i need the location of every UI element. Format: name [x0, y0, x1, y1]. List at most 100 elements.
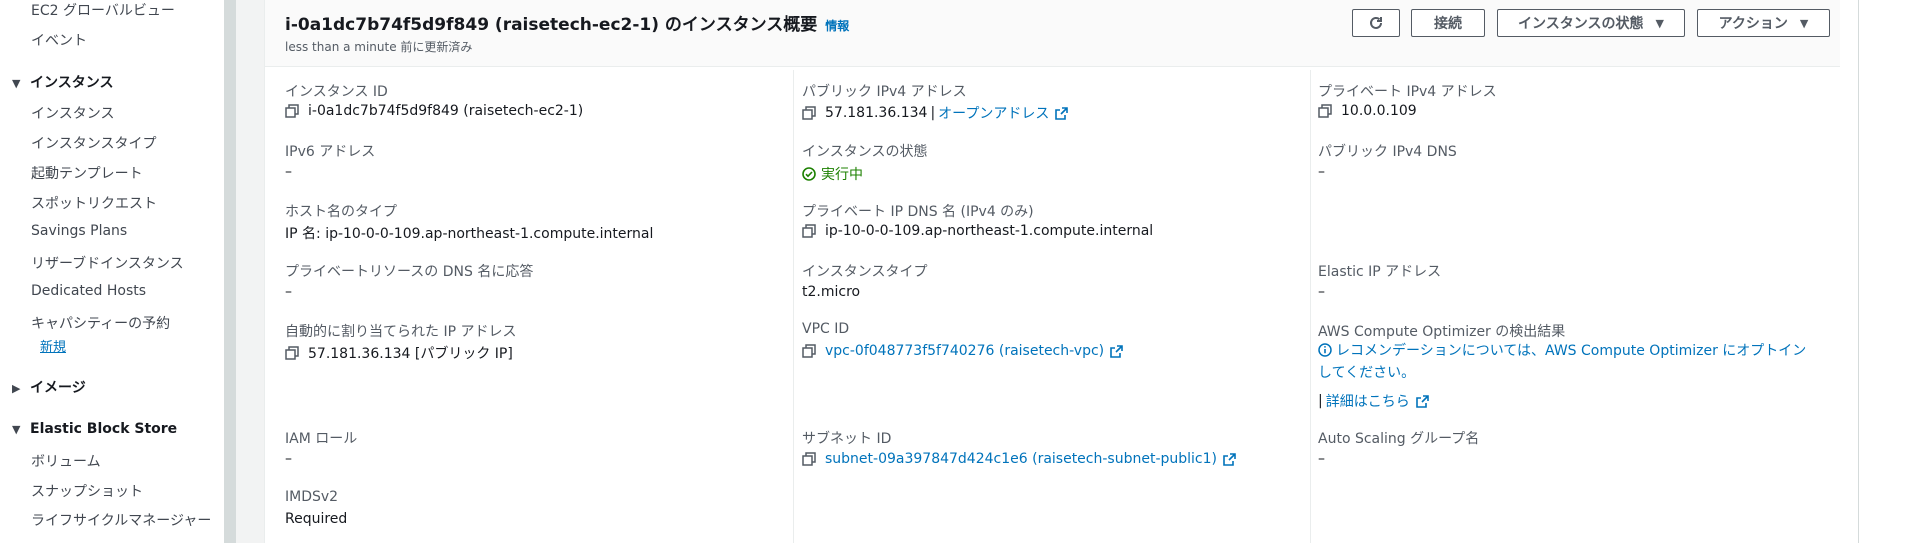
- caret-down-icon: ▼: [12, 77, 21, 90]
- nav-item-capacity-reservations[interactable]: キャパシティーの予約: [31, 313, 170, 333]
- details-link[interactable]: 詳細はこちら: [1326, 391, 1410, 411]
- nav-section-images[interactable]: ▶ イメージ: [12, 377, 86, 397]
- imdsv2-label: IMDSv2: [285, 489, 339, 505]
- nav-item-dedicated-hosts[interactable]: Dedicated Hosts: [31, 283, 146, 299]
- panel-header: i-0a1dc7b74f5d9f849 (raisetech-ec2-1) のイ…: [265, 0, 1841, 67]
- right-margin: [1840, 0, 1920, 543]
- private-dns-label: プライベート IP DNS 名 (IPv4 のみ): [802, 204, 1034, 220]
- asg-value: –: [1318, 451, 1325, 467]
- private-dns-answer-value: –: [285, 284, 292, 300]
- instance-summary-panel: i-0a1dc7b74f5d9f849 (raisetech-ec2-1) のイ…: [264, 0, 1842, 543]
- private-dns-answer-label: プライベートリソースの DNS 名に応答: [285, 264, 534, 280]
- caret-down-icon: ▼: [1655, 16, 1664, 30]
- refresh-button[interactable]: [1352, 9, 1400, 37]
- check-circle-icon: [802, 167, 816, 181]
- separator: |: [1318, 393, 1323, 409]
- instance-state-label: インスタンスの状態: [802, 144, 928, 160]
- compute-optimizer-label: AWS Compute Optimizer の検出結果: [1318, 324, 1566, 340]
- column-divider: [1310, 70, 1311, 543]
- sidebar-scrollbar[interactable]: [224, 0, 236, 543]
- elastic-ip-value: –: [1318, 284, 1325, 300]
- private-ipv4-label: プライベート IPv4 アドレス: [1318, 84, 1497, 100]
- nav-item-reserved-instances[interactable]: リザーブドインスタンス: [31, 253, 184, 273]
- private-ipv4-text: 10.0.0.109: [1341, 103, 1417, 119]
- new-badge: 新規: [40, 340, 67, 355]
- nav-item-events[interactable]: イベント: [31, 30, 87, 50]
- nav-item-spot-requests[interactable]: スポットリクエスト: [31, 193, 157, 213]
- public-dns-value: –: [1318, 164, 1325, 180]
- hostname-type-value: IP 名: ip-10-0-0-109.ap-northeast-1.compu…: [285, 226, 654, 242]
- copy-icon[interactable]: [285, 104, 299, 118]
- external-link-icon: [1415, 394, 1429, 408]
- instance-state-text: 実行中: [821, 167, 863, 183]
- sidebar-nav: EC2 グローバルビュー イベント ▼ インスタンス インスタンス インスタンスタ…: [0, 0, 224, 543]
- copy-icon[interactable]: [1318, 104, 1332, 118]
- instance-state-button-label: インスタンスの状態: [1518, 16, 1644, 32]
- auto-ip-value: 57.181.36.134 [パブリック IP]: [285, 343, 513, 363]
- instance-state-value: 実行中: [802, 164, 863, 184]
- asg-label: Auto Scaling グループ名: [1318, 431, 1480, 447]
- public-dns-label: パブリック IPv4 DNS: [1318, 144, 1457, 160]
- subnet-id-link[interactable]: subnet-09a397847d424c1e6 (raisetech-subn…: [825, 451, 1217, 467]
- page-scrollbar-edge: [1858, 0, 1859, 543]
- copy-icon[interactable]: [802, 344, 816, 358]
- private-dns-value: ip-10-0-0-109.ap-northeast-1.compute.int…: [802, 223, 1153, 239]
- auto-ip-label: 自動的に割り当てられた IP アドレス: [285, 324, 517, 340]
- copy-icon[interactable]: [285, 346, 299, 360]
- copy-icon[interactable]: [802, 452, 816, 466]
- iam-role-value: –: [285, 451, 292, 467]
- auto-ip-text: 57.181.36.134 [パブリック IP]: [308, 346, 513, 362]
- refresh-icon: [1370, 16, 1382, 29]
- open-address-link[interactable]: オープンアドレス: [938, 103, 1049, 123]
- instance-type-label: インスタンスタイプ: [802, 264, 928, 280]
- vpc-id-label: VPC ID: [802, 321, 850, 337]
- private-dns-text: ip-10-0-0-109.ap-northeast-1.compute.int…: [825, 223, 1154, 239]
- actions-button[interactable]: アクション ▼: [1697, 9, 1830, 37]
- nav-section-ebs[interactable]: ▼ Elastic Block Store: [12, 421, 177, 437]
- imdsv2-value: Required: [285, 511, 348, 527]
- content-gutter: [236, 0, 264, 543]
- public-ipv4-value: 57.181.36.134 | オープンアドレス: [802, 103, 1069, 123]
- details-link-row: | 詳細はこちら: [1318, 391, 1429, 411]
- instance-state-button[interactable]: インスタンスの状態 ▼: [1497, 9, 1685, 37]
- elastic-ip-label: Elastic IP アドレス: [1318, 264, 1442, 280]
- instance-id-value: i-0a1dc7b74f5d9f849 (raisetech-ec2-1): [285, 103, 583, 119]
- instance-id-label: インスタンス ID: [285, 84, 388, 100]
- caret-down-icon: ▼: [1799, 16, 1809, 30]
- ipv6-value: –: [285, 164, 292, 180]
- nav-item-lifecycle-manager[interactable]: ライフサイクルマネージャー: [31, 511, 217, 531]
- nav-item-instance-types[interactable]: インスタンスタイプ: [31, 133, 156, 153]
- actions-button-label: アクション: [1718, 16, 1788, 32]
- vpc-id-value: vpc-0f048773f5f740276 (raisetech-vpc): [802, 343, 1123, 359]
- private-ipv4-value: 10.0.0.109: [1318, 103, 1417, 119]
- nav-section-instances-label: インスタンス: [30, 75, 114, 91]
- compute-optimizer-optin-link[interactable]: レコメンデーションについては、AWS Compute Optimizer にオプ…: [1318, 343, 1806, 381]
- nav-item-ec2-global-view[interactable]: EC2 グローバルビュー: [31, 0, 175, 20]
- column-divider: [793, 70, 794, 543]
- ipv6-label: IPv6 アドレス: [285, 144, 376, 160]
- nav-item-launch-templates[interactable]: 起動テンプレート: [31, 163, 143, 183]
- public-ipv4-text: 57.181.36.134: [825, 105, 928, 121]
- nav-section-ebs-label: Elastic Block Store: [30, 421, 178, 437]
- page-title-text: i-0a1dc7b74f5d9f849 (raisetech-ec2-1) のイ…: [285, 15, 818, 35]
- copy-icon[interactable]: [802, 106, 816, 120]
- page-title: i-0a1dc7b74f5d9f849 (raisetech-ec2-1) のイ…: [285, 10, 849, 35]
- connect-button[interactable]: 接続: [1411, 9, 1485, 37]
- subnet-id-value: subnet-09a397847d424c1e6 (raisetech-subn…: [802, 451, 1236, 467]
- nav-section-instances[interactable]: ▼ インスタンス: [12, 72, 113, 92]
- vpc-id-link[interactable]: vpc-0f048773f5f740276 (raisetech-vpc): [825, 343, 1104, 359]
- public-ipv4-label: パブリック IPv4 アドレス: [802, 84, 967, 100]
- instance-type-value: t2.micro: [802, 284, 861, 300]
- external-link-icon: [1223, 452, 1236, 466]
- info-link[interactable]: 情報: [825, 19, 849, 33]
- nav-item-instances[interactable]: インスタンス: [31, 103, 114, 123]
- instance-id-text: i-0a1dc7b74f5d9f849 (raisetech-ec2-1): [308, 103, 584, 119]
- nav-section-images-label: イメージ: [30, 380, 86, 396]
- external-link-icon: [1055, 106, 1069, 120]
- nav-item-savings-plans[interactable]: Savings Plans: [31, 223, 127, 239]
- nav-item-volumes[interactable]: ボリューム: [31, 451, 101, 471]
- compute-optimizer-message: レコメンデーションについては、AWS Compute Optimizer にオプ…: [1318, 340, 1818, 384]
- subnet-id-label: サブネット ID: [802, 431, 892, 447]
- copy-icon[interactable]: [802, 224, 816, 238]
- nav-item-snapshots[interactable]: スナップショット: [31, 481, 143, 501]
